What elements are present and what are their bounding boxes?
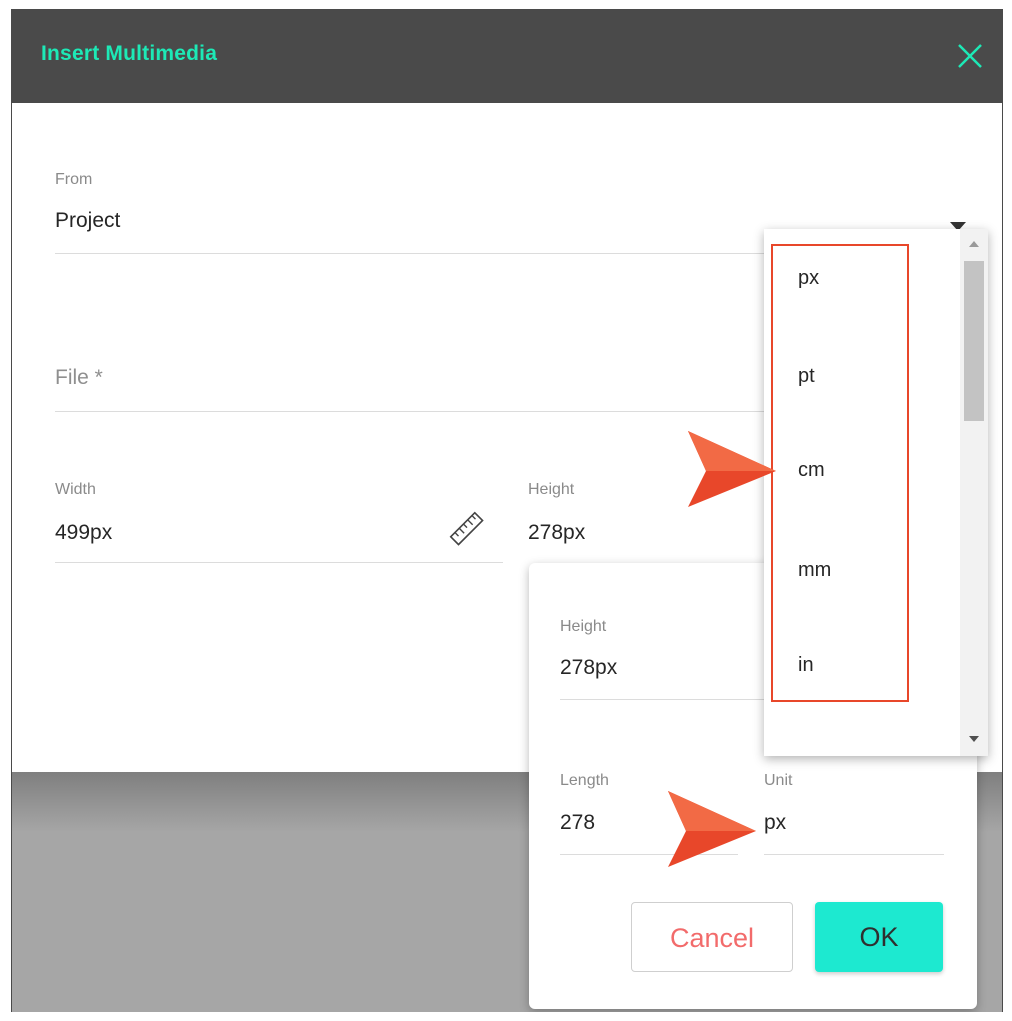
unit-option-pt[interactable]: pt	[798, 365, 815, 388]
scroll-thumb[interactable]	[964, 261, 984, 421]
width-value: 499px	[55, 521, 113, 544]
popover-height-value: 278px	[560, 656, 618, 679]
width-underline	[55, 562, 503, 563]
dialog-title: Insert Multimedia	[41, 42, 218, 65]
screen-frame: Insert Multimedia From Project File * Wi…	[11, 9, 1003, 1012]
width-label: Width	[55, 481, 96, 498]
unit-label: Unit	[764, 772, 793, 789]
from-value: Project	[55, 209, 121, 232]
ok-button[interactable]: OK	[815, 902, 943, 972]
unit-underline	[764, 854, 944, 855]
from-label: From	[55, 171, 93, 188]
unit-dropdown-list: px pt cm mm in	[764, 229, 988, 756]
height-value: 278px	[528, 521, 586, 544]
dropdown-scrollbar[interactable]	[960, 229, 988, 756]
close-icon[interactable]	[953, 39, 987, 73]
annotation-arrow-icon	[688, 431, 776, 507]
height-label: Height	[528, 481, 575, 498]
file-placeholder: File *	[55, 366, 103, 389]
length-value: 278	[560, 811, 596, 834]
scroll-down-icon[interactable]	[969, 736, 979, 742]
unit-option-px[interactable]: px	[798, 267, 819, 290]
unit-option-cm[interactable]: cm	[798, 459, 825, 482]
unit-option-mm[interactable]: mm	[798, 559, 831, 582]
popover-height-label: Height	[560, 618, 607, 635]
unit-value: px	[764, 811, 787, 834]
annotation-highlight-box	[771, 244, 909, 702]
scroll-up-icon[interactable]	[969, 241, 979, 247]
length-label: Length	[560, 772, 609, 789]
annotation-arrow-icon	[668, 791, 756, 867]
popover-height-underline	[560, 699, 770, 700]
unit-option-in[interactable]: in	[798, 654, 814, 677]
dialog-titlebar: Insert Multimedia	[12, 9, 1002, 103]
ruler-icon[interactable]	[447, 509, 487, 549]
cancel-button[interactable]: Cancel	[631, 902, 793, 972]
